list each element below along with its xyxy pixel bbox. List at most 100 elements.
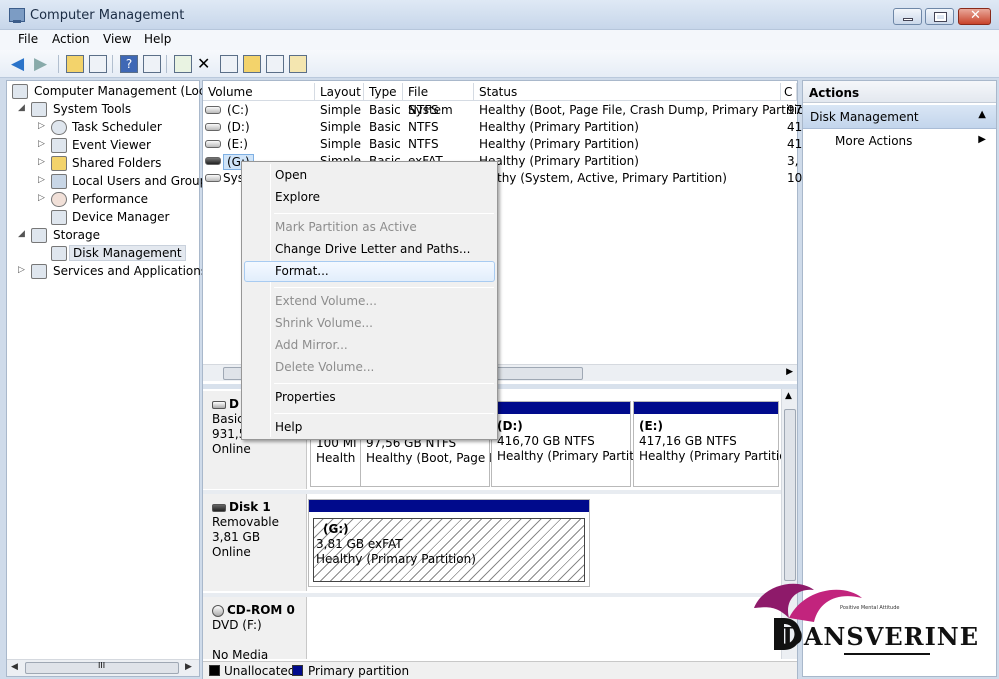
- minimize-button[interactable]: [893, 8, 922, 25]
- more-actions[interactable]: More Actions: [835, 134, 912, 148]
- unallocated-swatch: [209, 665, 220, 676]
- back-icon[interactable]: ◀: [11, 55, 29, 73]
- disk-management-icon: [51, 246, 67, 261]
- maximize-button[interactable]: [925, 8, 954, 25]
- removable-disk-icon: [212, 503, 226, 512]
- menu-item-add-mirror[interactable]: Add Mirror...: [275, 338, 348, 352]
- title-bar: Computer Management ✕: [0, 0, 999, 30]
- menu-help[interactable]: Help: [144, 32, 171, 46]
- partition-g[interactable]: (G:) 3,81 GB exFAT Healthy (Primary Partit…: [308, 499, 590, 587]
- column-status[interactable]: Status: [474, 83, 781, 101]
- help-icon[interactable]: ?: [120, 55, 138, 73]
- actions-header: Actions: [803, 81, 996, 103]
- column-volume[interactable]: Volume: [203, 83, 315, 101]
- collapse-up-icon[interactable]: ▲: [978, 109, 986, 120]
- show-action-pane-icon[interactable]: [143, 55, 161, 73]
- scroll-thumb[interactable]: III: [25, 661, 179, 674]
- services-icon: [31, 264, 47, 279]
- properties-icon[interactable]: [220, 55, 238, 73]
- volume-row[interactable]: (E:) Simple Basic NTFS Healthy (Primary …: [203, 136, 802, 153]
- column-type[interactable]: Type: [364, 83, 403, 101]
- partition-e[interactable]: (E:) 417,16 GB NTFS Healthy (Primary Parti…: [633, 401, 787, 487]
- watermark-logo: Positive Mental Attitude DANSVERINE: [744, 578, 978, 656]
- disk-icon: [212, 400, 226, 409]
- close-button[interactable]: ✕: [958, 8, 991, 25]
- toolbar: ◀ ▶ ? ✕: [0, 50, 999, 78]
- menu-item-delete[interactable]: Delete Volume...: [275, 360, 374, 374]
- minimize-icon: [903, 18, 913, 21]
- volume-name: (D:): [227, 120, 250, 134]
- drive-icon: [205, 174, 221, 182]
- volume-capacity: 41: [787, 137, 803, 151]
- disk-name: Disk 1: [229, 500, 271, 514]
- clock-icon: [51, 120, 67, 135]
- volume-row[interactable]: (D:) Simple Basic NTFS Healthy (Primary …: [203, 119, 802, 136]
- partition-d[interactable]: (D:) 416,70 GB NTFS Healthy (Primary Parti…: [491, 401, 645, 487]
- open-folder-icon[interactable]: [243, 55, 261, 73]
- partition-info: 100 Mi Health: [316, 436, 357, 465]
- disk-type: DVD (F:): [212, 618, 262, 632]
- cdrom-label[interactable]: CD-ROM 0 DVD (F:) No Media: [203, 597, 307, 659]
- collapse-icon[interactable]: ◢: [18, 103, 27, 113]
- menu-item-properties[interactable]: Properties: [275, 390, 336, 404]
- tree-item-label: Task Scheduler: [72, 120, 162, 134]
- search-icon[interactable]: [266, 55, 284, 73]
- partition-info: (E:) 417,16 GB NTFS Healthy (Primary Parti…: [639, 419, 787, 463]
- collapse-icon[interactable]: ◢: [18, 229, 27, 239]
- menu-item-open[interactable]: Open: [275, 168, 307, 182]
- scroll-up-icon[interactable]: ▲: [785, 391, 792, 401]
- refresh-icon[interactable]: [174, 55, 192, 73]
- partition-info: (G:) 3,81 GB exFAT Healthy (Primary Partit…: [316, 522, 476, 566]
- menu-item-help[interactable]: Help: [275, 420, 302, 434]
- volume-layout: Simple: [320, 120, 361, 134]
- menu-view[interactable]: View: [103, 32, 131, 46]
- forward-icon[interactable]: ▶: [34, 55, 52, 73]
- scroll-right-icon[interactable]: ▶: [786, 367, 793, 377]
- scroll-thumb[interactable]: [784, 409, 796, 581]
- menu-item-format[interactable]: Format...: [275, 264, 329, 278]
- tree-horizontal-scrollbar[interactable]: ◀ III ▶: [7, 659, 199, 676]
- computer-management-icon: [9, 8, 25, 23]
- menu-item-shrink[interactable]: Shrink Volume...: [275, 316, 373, 330]
- column-layout[interactable]: Layout: [315, 83, 364, 101]
- scroll-right-icon[interactable]: ▶: [185, 662, 192, 672]
- menu-separator: [274, 213, 494, 214]
- show-hide-tree-icon[interactable]: [89, 55, 107, 73]
- menu-item-extend[interactable]: Extend Volume...: [275, 294, 377, 308]
- performance-icon: [51, 192, 67, 207]
- menu-action[interactable]: Action: [52, 32, 90, 46]
- expand-icon[interactable]: ▷: [38, 157, 47, 167]
- volume-capacity: 3,: [787, 154, 799, 168]
- expand-icon[interactable]: ▷: [38, 121, 47, 131]
- actions-section-label: Disk Management: [810, 110, 919, 124]
- column-capacity[interactable]: C: [781, 83, 797, 101]
- console-tree: Computer Management (Local ◢ System Tool…: [6, 80, 216, 677]
- expand-icon[interactable]: ▷: [38, 139, 47, 149]
- toolbar-separator: [58, 55, 59, 73]
- expand-icon[interactable]: ▷: [18, 265, 27, 275]
- menu-separator: [274, 287, 494, 288]
- up-folder-icon[interactable]: [66, 55, 84, 73]
- disk-size: 3,81 GB: [212, 530, 261, 544]
- menu-item-change-letter[interactable]: Change Drive Letter and Paths...: [275, 242, 470, 256]
- tree-item-label: Shared Folders: [72, 156, 162, 170]
- disk-1-label[interactable]: Disk 1 Removable 3,81 GB Online: [203, 494, 307, 591]
- actions-section-disk-management[interactable]: Disk Management ▲: [803, 105, 996, 129]
- expand-icon[interactable]: ▷: [38, 175, 47, 185]
- volume-status: thy (System, Active, Primary Partition): [497, 171, 727, 185]
- legend-unallocated: Unallocated: [224, 664, 296, 678]
- removable-drive-icon: [205, 157, 221, 165]
- menu-file[interactable]: File: [18, 32, 38, 46]
- menu-separator: [274, 383, 494, 384]
- column-file-system[interactable]: File System: [403, 83, 474, 117]
- menu-item-explore[interactable]: Explore: [275, 190, 320, 204]
- delete-icon[interactable]: ✕: [197, 55, 215, 73]
- scroll-left-icon[interactable]: ◀: [11, 662, 18, 672]
- volume-row[interactable]: (C:) Simple Basic NTFS Healthy (Boot, Pa…: [203, 102, 817, 119]
- disk-properties-icon[interactable]: [289, 55, 307, 73]
- tree-item-label: Disk Management: [69, 245, 186, 261]
- tree-item-label: Storage: [53, 228, 100, 242]
- expand-icon[interactable]: ▷: [38, 193, 47, 203]
- device-manager-icon: [51, 210, 67, 225]
- menu-item-mark-active[interactable]: Mark Partition as Active: [275, 220, 417, 234]
